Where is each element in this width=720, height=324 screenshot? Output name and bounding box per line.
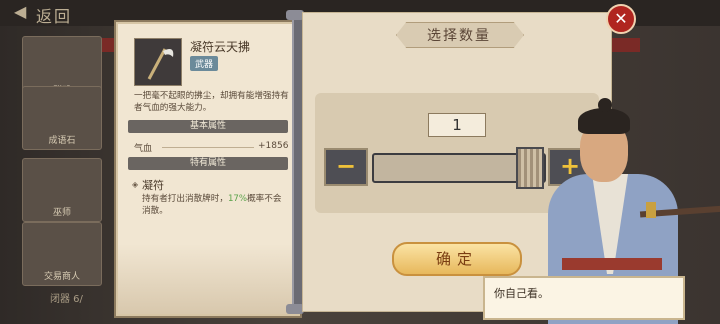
special-attributes-header: 特有属性	[128, 157, 288, 170]
attribute-value: +1856	[258, 141, 289, 151]
side-list-item[interactable]: 巫师	[22, 158, 102, 222]
diamond-bullet-icon: ◈	[132, 180, 139, 189]
close-button[interactable]: ✕	[606, 4, 636, 34]
dialogue-text: 你自己看。	[494, 287, 549, 300]
item-detail-card: 凝符云天拂 武器 一把毫不起眼的拂尘，却拥有能增强持有者气血的强大能力。 基本属…	[116, 22, 300, 316]
item-description: 一把毫不起眼的拂尘，却拥有能增强持有者气血的强大能力。	[134, 91, 289, 113]
basic-attributes-header: 基本属性	[128, 120, 288, 133]
decrease-button[interactable]: −	[324, 148, 368, 186]
attribute-divider	[162, 147, 254, 148]
confirm-button[interactable]: 确定	[392, 242, 522, 276]
special-attribute-description: 持有者打出消散牌时，17%概率不会消散。	[142, 194, 282, 216]
side-list-item[interactable]: 交易商人	[22, 222, 102, 286]
quantity-display: 1	[428, 113, 486, 137]
footer-counter: 闭器 6/	[50, 294, 83, 305]
back-arrow-icon[interactable]: ◀	[14, 2, 26, 21]
item-type-badge: 武器	[190, 56, 219, 71]
scroll-divider	[292, 18, 302, 310]
item-name: 凝符云天拂	[190, 40, 251, 54]
side-list-item[interactable]: 成语石	[22, 86, 102, 150]
chance-highlight: 17%	[227, 194, 248, 204]
panel-title: 选择数量	[427, 28, 491, 44]
back-button[interactable]: 返回	[36, 3, 72, 27]
side-banner	[612, 38, 640, 52]
attribute-label: 气血	[134, 144, 153, 154]
whisk-weapon-icon	[134, 38, 182, 86]
special-attribute-name: 凝符	[142, 179, 164, 192]
